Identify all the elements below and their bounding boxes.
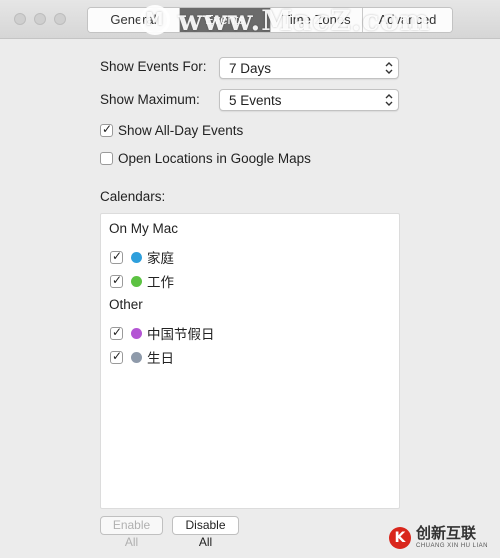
brand-subtitle: CHUANG XIN HU LIAN bbox=[415, 543, 488, 549]
calendar-name: 中国节假日 bbox=[147, 327, 215, 342]
calendar-item[interactable]: 家庭 bbox=[110, 247, 174, 267]
calendar-checkbox[interactable] bbox=[110, 325, 123, 340]
select-arrows-icon bbox=[385, 62, 393, 74]
all-day-events-checkbox[interactable] bbox=[100, 122, 113, 137]
calendar-color-dot bbox=[131, 251, 142, 263]
calendars-label: Calendars: bbox=[100, 189, 166, 204]
tab-events[interactable]: Events bbox=[180, 8, 271, 32]
enable-all-button[interactable]: Enable All bbox=[100, 516, 163, 549]
calendar-item[interactable]: 生日 bbox=[110, 347, 174, 367]
brand-text: 创新互联 CHUANG XIN HU LIAN bbox=[416, 526, 488, 550]
select-arrows-icon bbox=[385, 94, 393, 106]
group-title-other: Other bbox=[109, 297, 143, 312]
calendar-color-dot bbox=[131, 351, 142, 363]
calendar-name: 生日 bbox=[147, 351, 174, 366]
calendar-checkbox[interactable] bbox=[110, 273, 123, 288]
brand-logo-icon: K bbox=[388, 527, 411, 549]
zoom-window-button[interactable] bbox=[54, 13, 66, 25]
google-maps-option[interactable]: Open Locations in Google Maps bbox=[100, 151, 311, 166]
minimize-window-button[interactable] bbox=[34, 13, 46, 25]
brand-watermark: K 创新互联 CHUANG XIN HU LIAN bbox=[388, 526, 488, 550]
brand-name: 创新互联 bbox=[415, 525, 476, 542]
google-maps-checkbox[interactable] bbox=[100, 152, 113, 165]
preferences-tabs: General Events Time Zones Advanced bbox=[87, 7, 453, 33]
disable-all-button[interactable]: Disable All bbox=[172, 516, 239, 549]
tab-time-zones[interactable]: Time Zones bbox=[271, 8, 363, 32]
all-day-events-label: Show All-Day Events bbox=[118, 123, 244, 138]
calendar-color-dot bbox=[131, 275, 142, 287]
calendar-item[interactable]: 工作 bbox=[110, 271, 174, 291]
calendar-color-dot bbox=[131, 327, 142, 339]
close-window-button[interactable] bbox=[14, 13, 26, 25]
calendar-checkbox[interactable] bbox=[110, 249, 123, 264]
tab-advanced[interactable]: Advanced bbox=[363, 8, 452, 32]
tab-general[interactable]: General bbox=[88, 8, 180, 32]
calendar-checkbox[interactable] bbox=[110, 349, 123, 364]
show-maximum-value: 5 Events bbox=[229, 93, 282, 108]
google-maps-label: Open Locations in Google Maps bbox=[118, 151, 311, 166]
show-maximum-label: Show Maximum: bbox=[100, 92, 200, 107]
calendar-name: 家庭 bbox=[147, 251, 174, 266]
show-maximum-select[interactable]: 5 Events bbox=[219, 89, 399, 111]
show-events-for-label: Show Events For: bbox=[100, 59, 207, 74]
calendars-list: On My Mac 家庭 工作 Other 中国节假日 生日 bbox=[100, 213, 400, 509]
all-day-events-option[interactable]: Show All-Day Events bbox=[100, 122, 244, 138]
calendar-name: 工作 bbox=[147, 275, 174, 290]
calendar-item[interactable]: 中国节假日 bbox=[110, 323, 215, 343]
show-events-for-value: 7 Days bbox=[229, 61, 272, 76]
group-title-on-my-mac: On My Mac bbox=[109, 221, 179, 236]
show-events-for-select[interactable]: 7 Days bbox=[219, 57, 399, 79]
title-bar: General Events Time Zones Advanced M www… bbox=[0, 0, 500, 39]
